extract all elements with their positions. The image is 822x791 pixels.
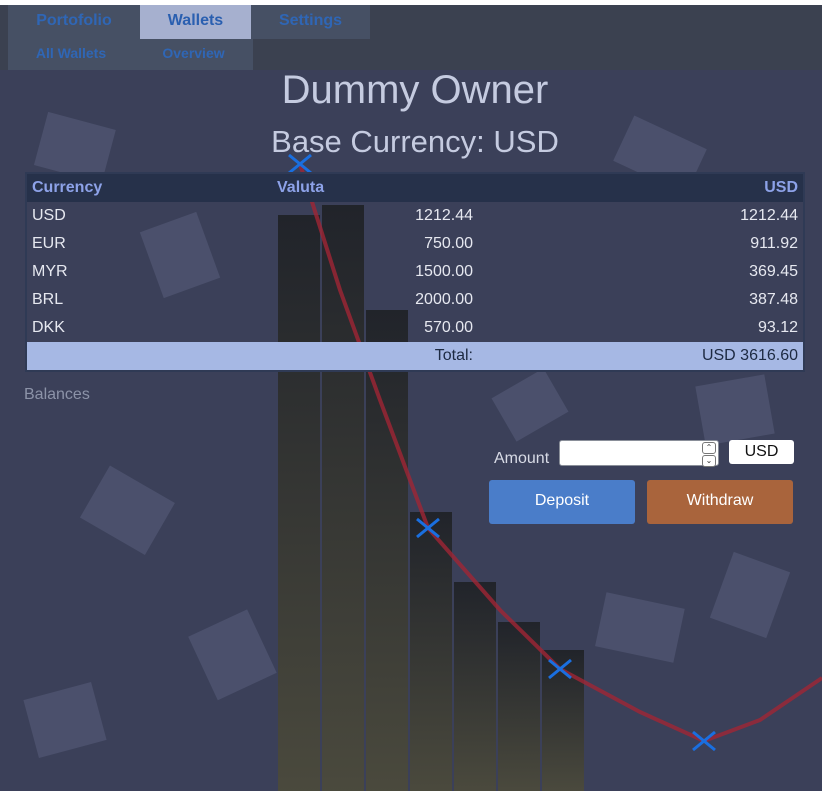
header-usd: USD xyxy=(764,179,798,196)
header-currency: Currency xyxy=(32,179,103,196)
amount-label: Amount xyxy=(494,450,550,467)
row-usd: 369.45 xyxy=(749,263,798,280)
tab-portofolio[interactable]: Portofolio xyxy=(8,5,140,39)
table-row: USD 1212.44 1212.44 xyxy=(27,202,803,230)
chevron-down-icon[interactable]: ⌄ xyxy=(702,455,716,467)
row-valuta: 2000.00 xyxy=(415,291,473,308)
chart-bar xyxy=(454,582,496,791)
tab-settings[interactable]: Settings xyxy=(251,5,370,39)
sub-tabs: All Wallets Overview xyxy=(8,39,253,70)
wallets-table: Currency Valuta USD USD 1212.44 1212.44 … xyxy=(25,172,805,372)
main-tabs: Portofolio Wallets Settings xyxy=(8,5,370,39)
row-usd: 1212.44 xyxy=(740,207,798,224)
owner-name: Dummy Owner xyxy=(281,68,549,112)
row-currency: DKK xyxy=(32,319,65,336)
currency-select[interactable]: USD xyxy=(729,440,794,464)
chart-bar xyxy=(410,512,452,791)
table-header: Currency Valuta USD xyxy=(27,174,803,202)
row-currency: BRL xyxy=(32,291,64,308)
row-usd: 93.12 xyxy=(757,319,798,336)
table-row: BRL 2000.00 387.48 xyxy=(27,286,803,314)
tab-wallets[interactable]: Wallets xyxy=(140,5,251,39)
subtab-all-wallets[interactable]: All Wallets xyxy=(8,39,134,70)
row-currency: MYR xyxy=(32,263,68,280)
deposit-button[interactable]: Deposit xyxy=(489,480,635,524)
header-valuta: Valuta xyxy=(277,179,325,196)
row-currency: USD xyxy=(32,207,66,224)
chart-bar xyxy=(498,622,540,791)
subtab-overview[interactable]: Overview xyxy=(134,39,253,70)
amount-input[interactable]: ⌃ ⌄ xyxy=(559,440,719,467)
row-usd: 911.92 xyxy=(750,235,798,252)
table-total-row: Total: USD 3616.60 xyxy=(27,342,803,370)
row-valuta: 1212.44 xyxy=(415,207,473,224)
base-currency: Base Currency: USD xyxy=(271,124,559,159)
total-value: USD 3616.60 xyxy=(701,347,798,364)
total-label: Total: xyxy=(434,347,473,364)
balances-label: Balances xyxy=(24,386,90,403)
row-currency: EUR xyxy=(32,235,66,252)
amount-stepper[interactable]: ⌃ ⌄ xyxy=(702,442,716,467)
row-valuta: 1500.00 xyxy=(415,263,473,280)
row-valuta: 570.00 xyxy=(424,319,473,336)
withdraw-button[interactable]: Withdraw xyxy=(647,480,793,524)
table-row: MYR 1500.00 369.45 xyxy=(27,258,803,286)
row-usd: 387.48 xyxy=(749,291,798,308)
chevron-up-icon[interactable]: ⌃ xyxy=(702,442,716,454)
row-valuta: 750.00 xyxy=(424,235,473,252)
table-row: DKK 570.00 93.12 xyxy=(27,314,803,342)
table-row: EUR 750.00 911.92 xyxy=(27,230,803,258)
